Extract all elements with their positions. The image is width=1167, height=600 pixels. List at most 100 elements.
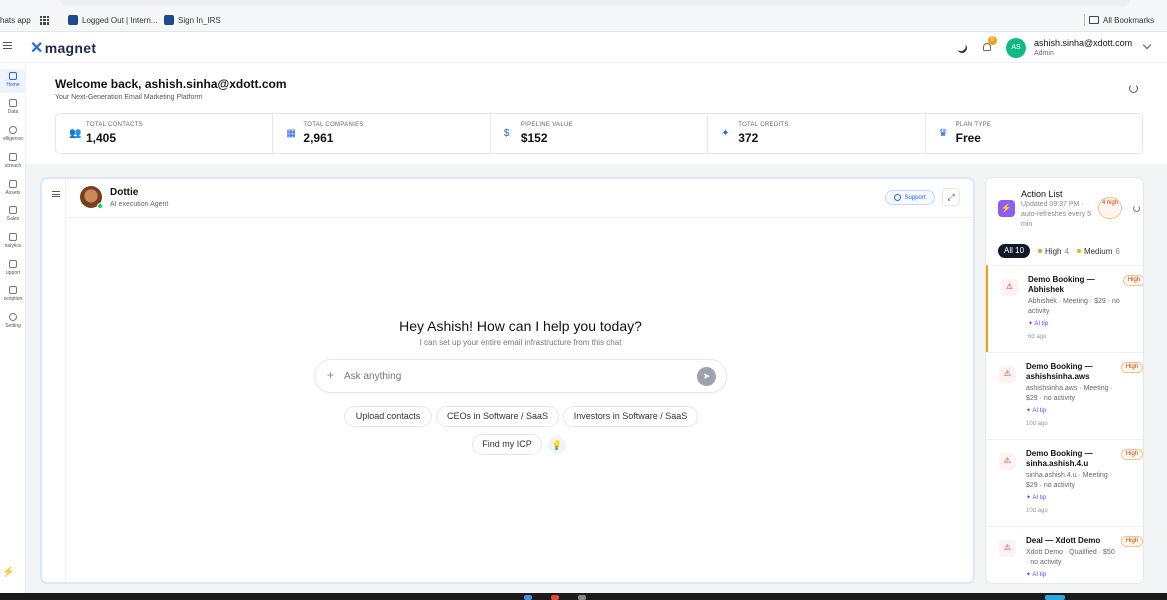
bookmark-label: Sign In_IRS bbox=[178, 15, 221, 25]
ask-box: + ➤ bbox=[314, 359, 727, 393]
lightbulb-icon[interactable]: 💡 bbox=[548, 436, 566, 454]
sidebar-item-intelligence[interactable]: elligence bbox=[0, 123, 26, 147]
bookmark-all[interactable]: All Bookmarks bbox=[1084, 13, 1154, 27]
agent-name: Dottie bbox=[110, 187, 139, 198]
bookmark-logged-out[interactable]: Logged Out | Intern... bbox=[68, 13, 157, 27]
action-list-title: Action List bbox=[1021, 189, 1063, 199]
sidebar-item-analytics[interactable]: nalytics bbox=[0, 230, 26, 254]
send-icon bbox=[9, 153, 17, 161]
sparkle-icon: ✦ bbox=[721, 128, 730, 139]
ai-tip-link[interactable]: ✦ AI tip bbox=[1026, 494, 1046, 501]
bookmark-divider bbox=[1084, 14, 1085, 26]
action-item[interactable]: ⚠ Demo Booking — ashishsinha.aws High as… bbox=[986, 352, 1143, 439]
priority-badge: High bbox=[1121, 362, 1143, 373]
user-avatar[interactable]: AS bbox=[1006, 38, 1026, 58]
filter-medium[interactable]: Medium 6 bbox=[1076, 246, 1120, 256]
menu-icon[interactable] bbox=[52, 191, 60, 197]
ai-tip-label: AI tip bbox=[1032, 495, 1047, 501]
priority-badge: High bbox=[1121, 536, 1143, 547]
ask-input[interactable] bbox=[344, 369, 674, 384]
gear-icon bbox=[9, 313, 17, 321]
support-button[interactable]: Support bbox=[885, 190, 935, 205]
ai-tip-link[interactable]: ✦ AI tip bbox=[1026, 571, 1046, 578]
taskbar-app-icon[interactable] bbox=[578, 595, 586, 600]
sidebar-item-label: Sales bbox=[6, 216, 20, 222]
stat-value: 1,405 bbox=[86, 131, 117, 145]
chip-ceos-software[interactable]: CEOs in Software / SaaS bbox=[436, 406, 559, 427]
page-subtitle: Your Next-Generation Email Marketing Pla… bbox=[55, 94, 203, 101]
sidebar-item-label: Data bbox=[7, 109, 19, 115]
sidebar-item-outreach[interactable]: utreach bbox=[0, 150, 26, 174]
users-icon: 👥 bbox=[69, 128, 82, 139]
taskbar-app-icon[interactable] bbox=[1045, 595, 1065, 600]
sidebar-item-sales[interactable]: Sales bbox=[0, 203, 26, 227]
notifications-bell-icon[interactable]: 8 bbox=[982, 36, 997, 52]
taskbar-app-icon[interactable] bbox=[551, 595, 559, 600]
user-role: Admin bbox=[1034, 50, 1054, 57]
app-logo[interactable]: ✕ magnet bbox=[30, 38, 96, 58]
action-item[interactable]: ⚠ Deal — Xdott Demo High Xdott Demo · Qu… bbox=[986, 526, 1143, 583]
logo-text: magnet bbox=[44, 40, 97, 56]
address-bar[interactable] bbox=[60, 0, 1130, 6]
building-icon: ▦ bbox=[286, 128, 296, 139]
stat-total-companies: ▦ TOTAL COMPANIES 2,961 bbox=[273, 114, 491, 153]
online-status-dot bbox=[97, 203, 103, 209]
dark-mode-icon[interactable] bbox=[955, 41, 969, 55]
stats-bar: 👥 TOTAL CONTACTS 1,405 ▦ TOTAL COMPANIES 2,9… bbox=[55, 113, 1143, 154]
warning-icon: ⚠ bbox=[999, 540, 1016, 557]
chip-investors-software[interactable]: Investors in Software / SaaS bbox=[563, 406, 698, 427]
bookmark-whatsapp[interactable]: hats app bbox=[0, 13, 31, 27]
ai-tip-link[interactable]: ✦ AI tip bbox=[1028, 320, 1048, 327]
user-email[interactable]: ashish.sinha@xdott.com bbox=[1034, 38, 1132, 48]
filter-count: 6 bbox=[1115, 246, 1120, 256]
sidebar-item-setting[interactable]: Setting bbox=[0, 310, 26, 334]
sidebar-item-assets[interactable]: Assets bbox=[0, 177, 26, 201]
lightning-icon[interactable]: ⚡ bbox=[2, 567, 14, 578]
warning-icon: ⚠ bbox=[999, 366, 1016, 383]
sidebar-item-label: elligence bbox=[3, 136, 23, 142]
sidebar-item-subscription[interactable]: scription bbox=[0, 283, 26, 307]
expand-icon[interactable]: ⤢ bbox=[942, 188, 960, 206]
filter-all[interactable]: All 10 bbox=[998, 244, 1031, 258]
filter-count: 4 bbox=[1064, 246, 1069, 256]
favicon-icon bbox=[164, 15, 174, 25]
sidebar-item-home[interactable]: Home bbox=[0, 69, 26, 93]
chip-upload-contacts[interactable]: Upload contacts bbox=[344, 406, 432, 427]
refresh-icon[interactable] bbox=[1133, 205, 1140, 212]
warning-icon: ⚠ bbox=[999, 453, 1016, 470]
chip-find-icp[interactable]: Find my ICP bbox=[472, 434, 542, 455]
apps-grid-icon[interactable] bbox=[40, 13, 49, 27]
chevron-down-icon[interactable] bbox=[1142, 40, 1152, 50]
sidebar-item-label: scription bbox=[3, 296, 23, 302]
sidebar-item-support[interactable]: upport bbox=[0, 257, 26, 281]
chat-sidebar bbox=[42, 179, 66, 582]
ai-tip-link[interactable]: ✦ AI tip bbox=[1026, 407, 1046, 414]
stat-value: 372 bbox=[738, 131, 759, 145]
favicon-icon bbox=[68, 15, 78, 25]
sidebar: Home Data elligence utreach Assets Sales… bbox=[0, 64, 26, 600]
action-item[interactable]: ⚠ Demo Booking — sinha.ashish.4.u High s… bbox=[986, 439, 1143, 526]
priority-badge: High bbox=[1123, 275, 1143, 286]
sidebar-item-data[interactable]: Data bbox=[0, 96, 26, 120]
stat-label: TOTAL CREDITS bbox=[738, 122, 789, 128]
plus-icon[interactable]: + bbox=[327, 368, 334, 382]
filter-label: High bbox=[1045, 246, 1062, 256]
high-count-badge: 4 high bbox=[1098, 197, 1122, 219]
stat-value: Free bbox=[955, 131, 981, 145]
stat-pipeline-value: $ PIPELINE VALUE $152 bbox=[491, 114, 709, 153]
database-icon bbox=[9, 99, 17, 107]
send-button[interactable]: ➤ bbox=[697, 367, 716, 386]
menu-icon[interactable] bbox=[3, 42, 12, 49]
bookmark-sign-in-irs[interactable]: Sign In_IRS bbox=[164, 13, 221, 27]
stat-total-contacts: 👥 TOTAL CONTACTS 1,405 bbox=[56, 114, 274, 153]
action-item-time: 6d ago bbox=[1028, 334, 1047, 340]
bookmark-label: Logged Out | Intern... bbox=[82, 15, 158, 25]
taskbar-app-icon[interactable] bbox=[524, 595, 532, 600]
ai-tip-label: AI tip bbox=[1032, 408, 1047, 414]
filter-high[interactable]: High 4 bbox=[1038, 247, 1069, 256]
main-content: Welcome back, ashish.sinha@xdott.com You… bbox=[26, 64, 1167, 600]
refresh-icon[interactable] bbox=[1129, 84, 1138, 93]
stat-value: $152 bbox=[520, 131, 548, 145]
action-item[interactable]: ⚠ Demo Booking — Abhishek High Abhishek … bbox=[986, 265, 1143, 352]
sidebar-item-label: nalytics bbox=[4, 243, 22, 249]
